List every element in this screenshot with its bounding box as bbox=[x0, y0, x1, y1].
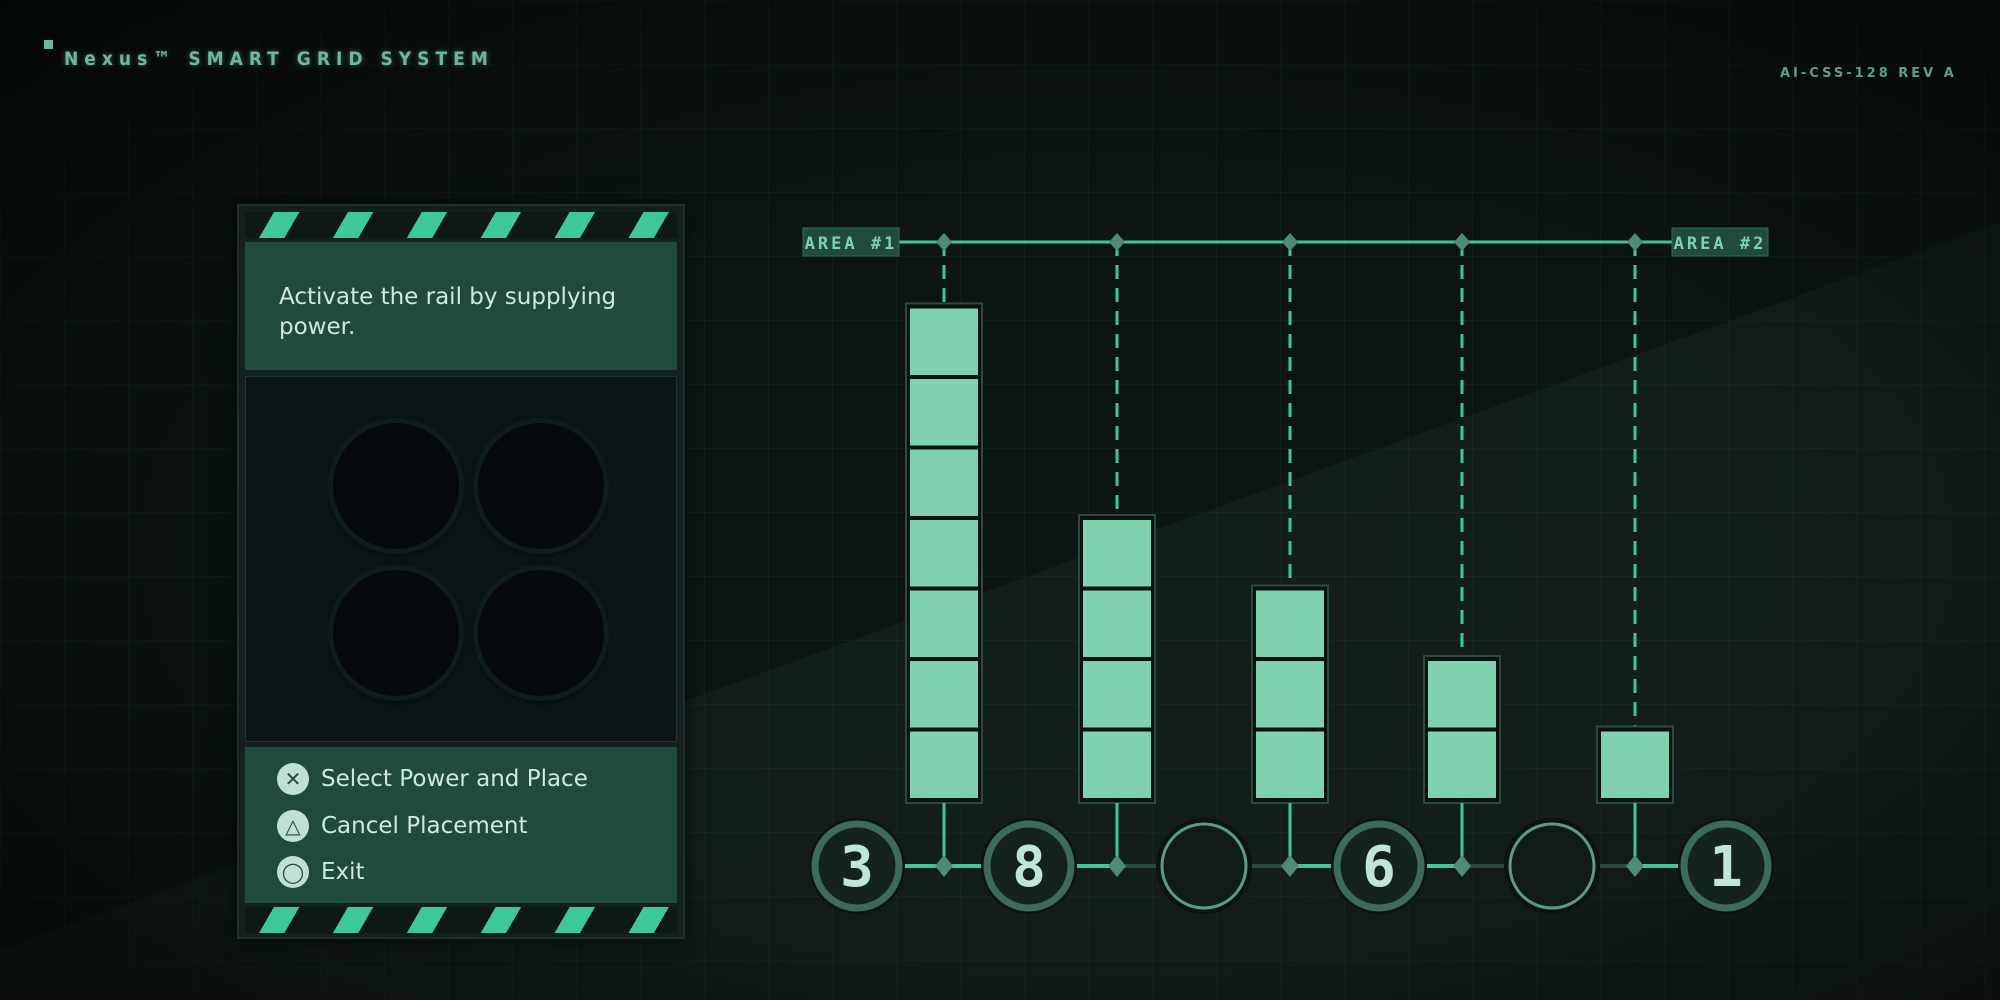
power-cell bbox=[910, 520, 978, 587]
junction-diamond-icon bbox=[1626, 855, 1644, 877]
area-label: AREA #1 bbox=[805, 234, 898, 254]
power-cell bbox=[910, 731, 978, 798]
power-cell bbox=[1256, 661, 1324, 728]
power-grid: AREA #1 AREA #2 3 8 6 1 bbox=[802, 227, 1774, 914]
empty-node bbox=[1160, 822, 1248, 910]
power-cell bbox=[910, 661, 978, 728]
power-cell bbox=[910, 449, 978, 516]
junction-diamond-icon bbox=[1453, 855, 1471, 877]
power-cell bbox=[1083, 590, 1151, 657]
power-cell bbox=[1601, 731, 1669, 798]
power-node-value: 3 bbox=[840, 835, 874, 900]
power-cell bbox=[910, 590, 978, 657]
power-cell bbox=[910, 379, 978, 446]
junction-diamond-icon bbox=[1454, 233, 1470, 251]
junction-diamond-icon bbox=[1282, 233, 1298, 251]
empty-node bbox=[1508, 822, 1596, 910]
area-label: AREA #2 bbox=[1674, 234, 1767, 254]
junction-diamond-icon bbox=[1108, 855, 1126, 877]
power-cell bbox=[1428, 731, 1496, 798]
power-cell bbox=[1256, 590, 1324, 657]
power-cell bbox=[910, 308, 978, 375]
junction-diamond-icon bbox=[935, 855, 953, 877]
junction-diamond-icon bbox=[1109, 233, 1125, 251]
power-cell bbox=[1256, 731, 1324, 798]
power-cell bbox=[1083, 520, 1151, 587]
junction-diamond-icon bbox=[1281, 855, 1299, 877]
junction-diamond-icon bbox=[1627, 233, 1643, 251]
power-node-value: 8 bbox=[1012, 835, 1046, 900]
power-node-value: 1 bbox=[1709, 835, 1743, 900]
power-cell bbox=[1083, 661, 1151, 728]
junction-diamond-icon bbox=[936, 233, 952, 251]
power-cell bbox=[1083, 731, 1151, 798]
power-node-value: 6 bbox=[1362, 835, 1396, 900]
power-cell bbox=[1428, 661, 1496, 728]
